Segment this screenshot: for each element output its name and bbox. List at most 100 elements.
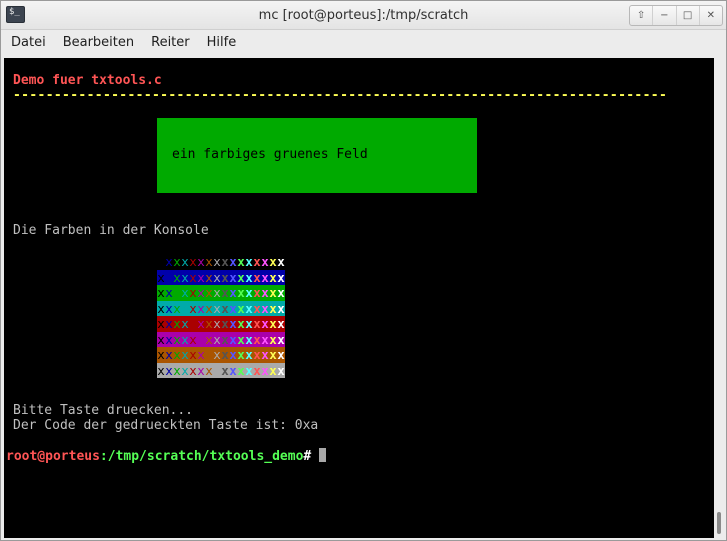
color-grid-row: xxxxxxxxxxxxxxxx bbox=[157, 285, 285, 301]
color-grid-cell: x bbox=[181, 285, 189, 300]
terminal-output[interactable]: Demo fuer txtools.c --------------------… bbox=[4, 58, 714, 538]
close-icon[interactable]: ✕ bbox=[698, 6, 722, 25]
shell-prompt[interactable]: root@porteus:/tmp/scratch/txtools_demo# bbox=[6, 448, 327, 464]
color-grid-cell: x bbox=[277, 331, 285, 347]
color-grid-cell: x bbox=[229, 269, 237, 285]
color-grid-cell: x bbox=[229, 254, 237, 269]
color-grid-cell: x bbox=[229, 362, 237, 378]
color-grid-cell: x bbox=[213, 316, 221, 331]
color-grid-cell: x bbox=[237, 269, 245, 285]
color-grid-cell: x bbox=[269, 316, 277, 331]
color-grid-cell: x bbox=[261, 347, 269, 362]
color-grid-row: xxxxxxxxxxxxxxxx bbox=[157, 347, 285, 363]
color-grid-cell: x bbox=[189, 316, 197, 331]
color-grid-cell: x bbox=[253, 316, 261, 331]
color-grid-cell: x bbox=[165, 362, 173, 378]
color-grid-cell: x bbox=[181, 331, 189, 347]
maximize-icon[interactable]: □ bbox=[675, 6, 699, 25]
heading-separator: ----------------------------------------… bbox=[13, 88, 668, 103]
color-grid-cell: x bbox=[173, 254, 181, 269]
color-grid-cell: x bbox=[197, 362, 205, 378]
menu-item-reiter[interactable]: Reiter bbox=[142, 35, 198, 50]
color-grid-cell: x bbox=[277, 285, 285, 300]
color-grid-cell: x bbox=[253, 269, 261, 285]
color-grid-cell: x bbox=[165, 269, 173, 285]
text-cursor bbox=[319, 448, 327, 462]
color-grid-row: xxxxxxxxxxxxxxxx bbox=[157, 316, 285, 332]
color-grid: xxxxxxxxxxxxxxxxxxxxxxxxxxxxxxxxxxxxxxxx… bbox=[157, 254, 285, 378]
menu-item-bearbeiten[interactable]: Bearbeiten bbox=[54, 35, 142, 50]
color-grid-cell: x bbox=[245, 347, 253, 362]
color-grid-cell: x bbox=[221, 285, 229, 300]
color-grid-cell: x bbox=[173, 285, 181, 300]
color-grid-cell: x bbox=[245, 316, 253, 331]
color-grid-cell: x bbox=[173, 300, 181, 316]
color-grid-cell: x bbox=[229, 300, 237, 316]
menu-bar: Datei Bearbeiten Reiter Hilfe bbox=[1, 30, 726, 55]
color-grid-cell: x bbox=[229, 316, 237, 331]
window-controls: ⇧ − □ ✕ bbox=[629, 5, 723, 26]
color-grid-cell: x bbox=[221, 300, 229, 316]
color-grid-cell: x bbox=[197, 285, 205, 300]
colors-label: Die Farben in der Konsole bbox=[13, 223, 209, 238]
color-grid-cell: x bbox=[277, 316, 285, 331]
color-grid-cell: x bbox=[261, 316, 269, 331]
color-grid-cell: x bbox=[189, 254, 197, 269]
color-grid-cell: x bbox=[189, 269, 197, 285]
menu-item-hilfe[interactable]: Hilfe bbox=[198, 35, 245, 50]
color-grid-cell: x bbox=[173, 347, 181, 362]
color-grid-cell: x bbox=[197, 316, 205, 331]
title-bar[interactable]: $_ mc [root@porteus]:/tmp/scratch ⇧ − □ … bbox=[1, 1, 726, 30]
color-grid-cell: x bbox=[181, 269, 189, 285]
color-grid-cell: x bbox=[157, 362, 165, 378]
color-grid-cell: x bbox=[277, 347, 285, 362]
color-grid-cell: x bbox=[221, 347, 229, 362]
menu-item-datei[interactable]: Datei bbox=[1, 35, 54, 50]
key-code-message: Der Code der gedrueckten Taste ist: 0xa bbox=[13, 418, 319, 433]
color-grid-cell: x bbox=[157, 254, 165, 269]
color-grid-cell: x bbox=[213, 285, 221, 300]
color-grid-cell: x bbox=[165, 300, 173, 316]
color-grid-cell: x bbox=[253, 362, 261, 378]
color-grid-cell: x bbox=[165, 254, 173, 269]
demo-heading: Demo fuer txtools.c bbox=[13, 73, 162, 88]
color-grid-cell: x bbox=[253, 300, 261, 316]
color-grid-cell: x bbox=[189, 285, 197, 300]
color-grid-cell: x bbox=[181, 347, 189, 362]
green-field-text: ein farbiges gruenes Feld bbox=[172, 147, 368, 162]
color-grid-cell: x bbox=[205, 300, 213, 316]
color-grid-cell: x bbox=[181, 316, 189, 331]
color-grid-cell: x bbox=[245, 300, 253, 316]
color-grid-cell: x bbox=[189, 331, 197, 347]
color-grid-cell: x bbox=[165, 331, 173, 347]
press-key-message: Bitte Taste druecken... bbox=[13, 403, 194, 418]
color-grid-cell: x bbox=[245, 254, 253, 269]
color-grid-row: xxxxxxxxxxxxxxxx bbox=[157, 362, 285, 378]
minimize-icon[interactable]: − bbox=[652, 6, 675, 25]
color-grid-cell: x bbox=[269, 347, 277, 362]
color-grid-cell: x bbox=[197, 254, 205, 269]
color-grid-cell: x bbox=[157, 347, 165, 362]
green-field: ein farbiges gruenes Feld bbox=[157, 118, 477, 193]
color-grid-cell: x bbox=[173, 362, 181, 378]
color-grid-cell: x bbox=[157, 331, 165, 347]
color-grid-cell: x bbox=[237, 362, 245, 378]
color-grid-cell: x bbox=[181, 362, 189, 378]
scrollbar-thumb[interactable] bbox=[717, 512, 721, 534]
color-grid-cell: x bbox=[189, 362, 197, 378]
color-grid-cell: x bbox=[165, 285, 173, 300]
shade-up-icon[interactable]: ⇧ bbox=[630, 6, 652, 25]
prompt-symbol: # bbox=[303, 449, 312, 464]
color-grid-cell: x bbox=[261, 285, 269, 300]
terminal-scrollbar[interactable] bbox=[714, 58, 725, 538]
color-grid-cell: x bbox=[253, 285, 261, 300]
color-grid-cell: x bbox=[205, 316, 213, 331]
color-grid-cell: x bbox=[237, 300, 245, 316]
color-grid-cell: x bbox=[221, 331, 229, 347]
color-grid-cell: x bbox=[277, 254, 285, 269]
color-grid-cell: x bbox=[237, 331, 245, 347]
prompt-path: :/tmp/scratch/txtools_demo bbox=[99, 449, 304, 464]
color-grid-cell: x bbox=[173, 269, 181, 285]
prompt-user-host: root@porteus bbox=[6, 449, 100, 464]
color-grid-row: xxxxxxxxxxxxxxxx bbox=[157, 254, 285, 270]
